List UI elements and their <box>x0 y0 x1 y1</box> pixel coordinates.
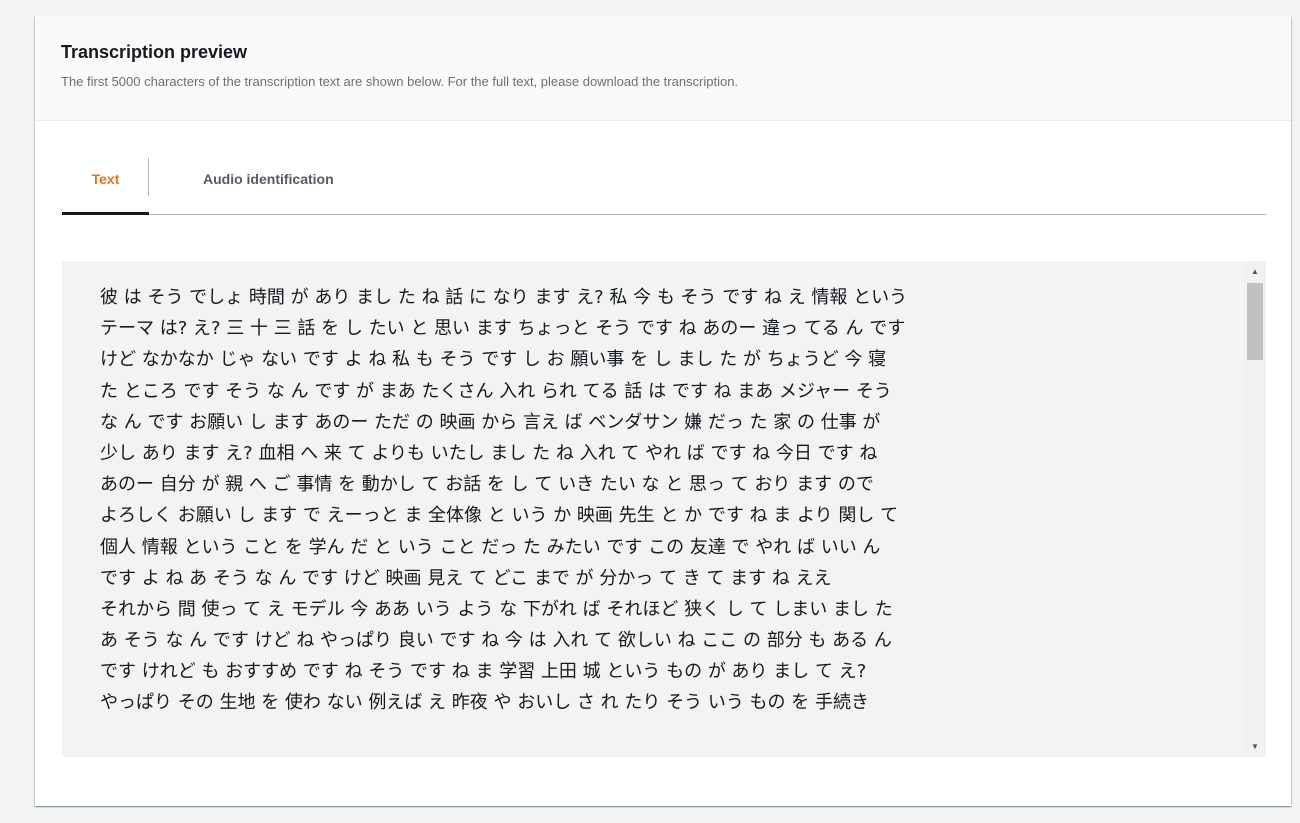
transcript-line: た ところ です そう な ん です が まあ たくさん 入れ られ てる 話 … <box>100 380 892 402</box>
transcript-line: けど なかなか じゃ ない です よ ね 私 も そう です し お 願い事 を… <box>100 349 887 371</box>
transcript-line: です よ ね あ そう な ん です けど 映画 見え て どこ まで が 分か… <box>100 567 832 589</box>
transcript-line: テーマ は? え? 三 十 三 話 を し たい と 思い ます ちょっと そう… <box>100 318 906 340</box>
panel-header: Transcription preview The first 5000 cha… <box>35 16 1291 121</box>
scrollbar-thumb[interactable] <box>1247 283 1263 360</box>
transcription-preview-panel: Transcription preview The first 5000 cha… <box>35 16 1291 806</box>
transcript-line: 少し あり ます え? 血相 へ 来 て よりも いたし まし た ね 入れ て… <box>100 442 878 464</box>
transcript-line: です けれど も おすすめ です ね そう です ね ま 学習 上田 城 という… <box>100 661 867 683</box>
tab-audio-identification[interactable]: Audio identification <box>149 158 367 215</box>
transcript-line: それから 間 使っ て え モデル 今 ああ いう よう な 下がれ ば それほ… <box>100 598 893 620</box>
transcript-line: 個人 情報 という こと を 学ん だ と いう こと だっ た みたい です … <box>100 536 881 558</box>
tab-bar: Text Audio identification <box>62 158 1266 215</box>
vertical-scrollbar[interactable]: ▲ ▼ <box>1244 261 1266 757</box>
scroll-down-arrow-icon[interactable]: ▼ <box>1244 738 1266 755</box>
transcript-text-area[interactable]: 彼 は そう でしょ 時間 が あり まし た ね 話 に なり ます え? 私… <box>62 261 1266 757</box>
tab-text[interactable]: Text <box>62 158 149 215</box>
transcript-line: よろしく お願い し ます で えーっと ま 全体像 と いう か 映画 先生 … <box>100 505 899 527</box>
transcript-line: 彼 は そう でしょ 時間 が あり まし た ね 話 に なり ます え? 私… <box>100 287 908 308</box>
transcript-line: な ん です お願い し ます あのー ただ の 映画 から 言え ば ベンダサ… <box>100 411 881 433</box>
transcript-line: あ そう な ん です けど ね やっぱり 良い です ね 今 は 入れ て 欲… <box>100 630 892 652</box>
scroll-up-arrow-icon[interactable]: ▲ <box>1244 263 1266 280</box>
transcript-line: やっぱり その 生地 を 使わ ない 例えば え 昨夜 や おいし さ れ たり… <box>100 692 869 714</box>
transcript-line: あのー 自分 が 親 へ ご 事情 を 動かし て お話 を し て いき たい… <box>100 474 874 496</box>
transcript-text: 彼 は そう でしょ 時間 が あり まし た ね 話 に なり ます え? 私… <box>100 282 1000 719</box>
panel-title: Transcription preview <box>61 42 248 62</box>
panel-description: The first 5000 characters of the transcr… <box>61 74 739 89</box>
